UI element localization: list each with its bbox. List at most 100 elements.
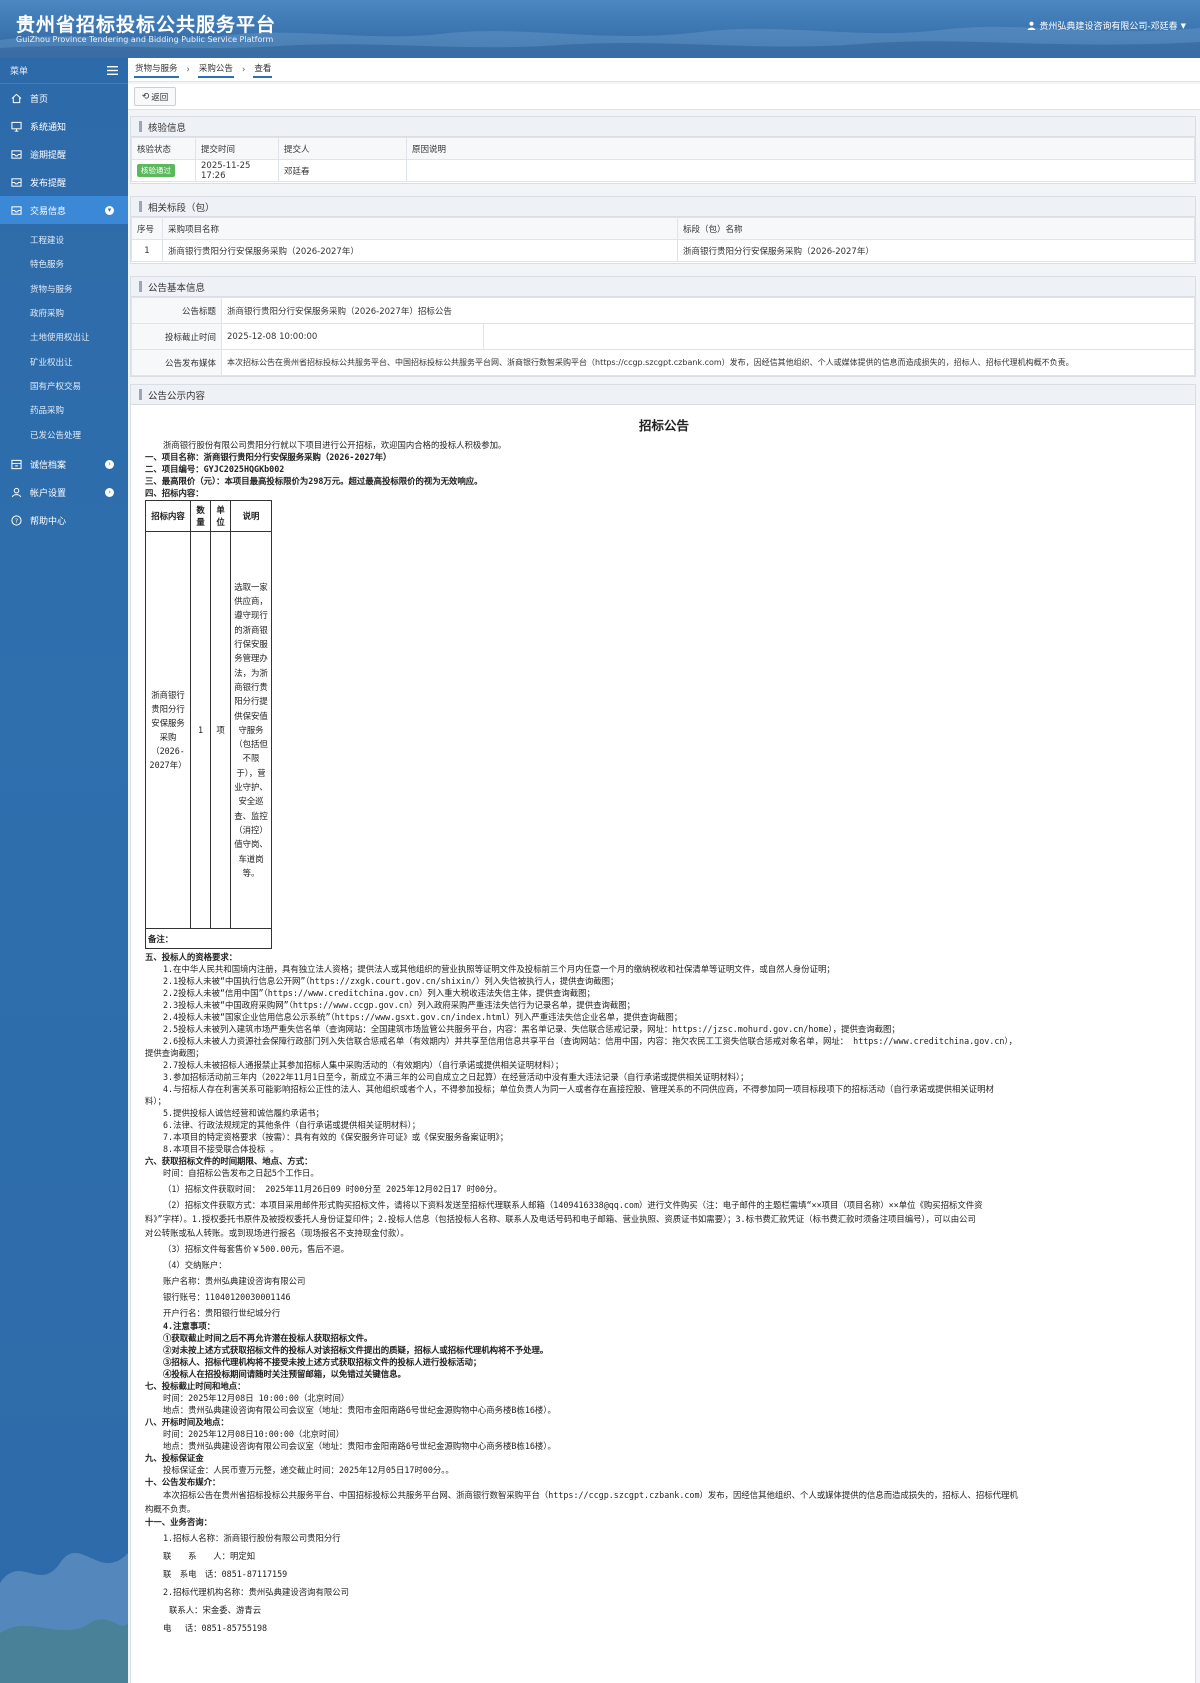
intro-text: 浙商银行股份有限公司贵阳分行就以下项目进行公开招标，欢迎国内合格的投标人积极参加… (163, 440, 507, 450)
doc-text: ①获取截止时间之后不再允许潜在投标人获取招标文件。 (163, 1333, 373, 1343)
doc-text: （2）招标文件获取方式：本项目采用邮件形式购买招标文件，请将以下资料发送至招标代… (163, 1200, 983, 1210)
notice-content-heading: 公告公示内容 (131, 385, 1195, 405)
doc-text: 4.注意事项： (163, 1321, 215, 1331)
table-row: 核验通过 2025-11-25 17:26 邓廷春 (131, 159, 1195, 182)
sidebar-item-help[interactable]: ? 帮助中心 (0, 507, 128, 535)
sidebar-item-home[interactable]: 首页 (0, 84, 128, 112)
doc-text: 时间：2025年12月08日 10:00:00（北京时间） (163, 1393, 350, 1403)
user-icon (10, 487, 22, 499)
section-heading: 九、投标保证金 (145, 1453, 204, 1463)
notice-content-panel: 公告公示内容 招标公告 浙商银行股份有限公司贵阳分行就以下项目进行公开招标，欢迎… (130, 384, 1196, 1683)
top-header: 贵州省招标投标公共服务平台 GuiZhou Province Tendering… (0, 0, 1200, 58)
sidebar-mountain-decoration (0, 1553, 128, 1683)
help-icon: ? (10, 515, 22, 527)
doc-text: 构概不负责。 (145, 1504, 196, 1514)
table-note: 备注： (145, 928, 272, 949)
sidebar-item-label: 交易信息 (30, 206, 67, 217)
submitter: 邓廷春 (278, 159, 407, 182)
media-label: 公告发布媒体 (131, 349, 222, 376)
svg-text:?: ? (14, 517, 17, 525)
breadcrumb-view[interactable]: 查看 (253, 62, 273, 78)
sections-panel: 相关标段（包） 序号 采购项目名称 标段（包）名称 1 浙商银行贵阳分行安保服务… (130, 196, 1196, 264)
qualification-item: 8.本项目不接受联合体投标 。 (163, 1144, 279, 1154)
back-icon: ⟲ (141, 91, 150, 102)
chevron-right-icon: › (105, 488, 114, 498)
qualification-item: 5.提供投标人诚信经营和诚信履约承诺书； (163, 1108, 324, 1118)
sidebar-subitem-goods-services[interactable]: 货物与服务 (0, 277, 128, 301)
qualification-item: 2.6投标人未被人力资源社会保障行政部门列入失信联合惩戒名单（有效期内）并共享至… (163, 1036, 1017, 1046)
column-header: 提交时间 (195, 137, 279, 160)
doc-text: 联 系 人：明定知 (163, 1551, 256, 1561)
user-menu[interactable]: 贵州弘典建设咨询有限公司-邓廷春 ▼ (1027, 19, 1186, 32)
sidebar-subitem-state-property[interactable]: 国有产权交易 (0, 374, 128, 398)
section-heading: 七、投标截止时间和地点： (145, 1381, 246, 1391)
doc-text: 账户名称：贵州弘典建设咨询有限公司 (163, 1276, 306, 1286)
qualification-item: 2.3投标人未被“中国政府采购网”（https://www.ccgp.gov.c… (163, 1000, 635, 1010)
sidebar-item-publish[interactable]: 发布提醒 (0, 168, 128, 196)
sidebar-item-account[interactable]: 帐户设置 › (0, 479, 128, 507)
verify-table: 核验状态 提交时间 提交人 原因说明 核验通过 2025-11-25 17:26… (131, 137, 1195, 182)
sidebar-item-notice[interactable]: 系统通知 (0, 112, 128, 140)
section-heading: 八、开标时间及地点： (145, 1417, 229, 1427)
chevron-right-icon: › (186, 64, 190, 75)
hamburger-icon[interactable] (107, 66, 118, 75)
inbox-icon (10, 148, 22, 160)
sidebar-subitem-mining[interactable]: 矿业权出让 (0, 349, 128, 373)
doc-text: 电 话：0851-85755198 (163, 1623, 268, 1633)
deadline-label: 投标截止时间 (131, 323, 222, 350)
sidebar-item-trade-info[interactable]: 交易信息 ▾ (0, 196, 128, 224)
inbox-icon (10, 204, 22, 216)
sidebar-item-credit[interactable]: 诚信档案 › (0, 451, 128, 479)
sidebar-item-label: 逾期提醒 (30, 150, 67, 161)
sidebar-subitem-drug[interactable]: 药品采购 (0, 398, 128, 422)
reason (406, 159, 1195, 182)
breadcrumb-purchase-notice[interactable]: 采购公告 (197, 62, 234, 78)
qualification-item: 2.4投标人未被“国家企业信用信息公示系统”（https://www.gsxt.… (163, 1012, 683, 1022)
section-heading: 十一、业务咨询： (145, 1517, 212, 1527)
sidebar-subitem-gov-purchase[interactable]: 政府采购 (0, 301, 128, 325)
monitor-icon (10, 120, 22, 132)
verify-panel: 核验信息 核验状态 提交时间 提交人 原因说明 核验通过 2025-11-25 … (130, 116, 1196, 184)
unit-cell: 项 (210, 531, 231, 929)
bid-content-cell: 浙商银行贵阳分行安保服务采购（2026-2027年） (145, 531, 191, 929)
home-icon (10, 92, 22, 104)
platform-title: 贵州省招标投标公共服务平台 (16, 14, 277, 36)
doc-text: 开户行名：贵阳银行世纪城分行 (163, 1308, 281, 1318)
platform-subtitle: GuiZhou Province Tendering and Bidding P… (16, 35, 274, 44)
main-content: 货物与服务 › 采购公告 › 查看 ⟲ 返回 核验信息 核验状态 提交时间 提交… (128, 58, 1200, 1683)
column-header: 说明 (230, 500, 272, 532)
back-button[interactable]: ⟲ 返回 (134, 87, 176, 106)
doc-text: 时间：自招标公告发布之日起5个工作日。 (163, 1168, 319, 1178)
status-badge: 核验通过 (137, 164, 175, 177)
breadcrumb-goods-services[interactable]: 货物与服务 (134, 62, 179, 78)
doc-text: 投标保证金：人民币壹万元整，递交截止时间：2025年12月05日17时00分。。 (163, 1465, 454, 1475)
section-heading: 十、公告发布媒介： (145, 1477, 221, 1487)
column-header: 核验状态 (131, 137, 196, 160)
qualification-item: 6.法律、行政法规规定的其他条件（自行承诺或提供相关证明材料）； (163, 1120, 421, 1130)
breadcrumb: 货物与服务 › 采购公告 › 查看 (128, 58, 1200, 82)
sidebar-subitem-special[interactable]: 特色服务 (0, 252, 128, 276)
doc-text: 1.招标人名称：浙商银行股份有限公司贵阳分行 (163, 1533, 341, 1543)
sidebar-subitem-land[interactable]: 土地使用权出让 (0, 325, 128, 349)
bid-content-table: 招标内容 数量 单位 说明 浙商银行贵阳分行安保服务采购（2026-2027年）… (145, 500, 272, 949)
doc-text: 地点：贵州弘典建设咨询有限公司会议室（地址：贵阳市金阳南路6号世纪金源购物中心商… (163, 1405, 556, 1415)
column-header: 招标内容 (145, 500, 191, 532)
doc-text: 时间：2025年12月08日10:00:00（北京时间） (163, 1429, 345, 1439)
doc-text: 联 系电 话：0851-87117159 (163, 1569, 288, 1579)
archive-icon (10, 459, 22, 471)
qualification-item: 7.本项目的特定资格要求（按需）：具有有效的《保安服务许可证》或《保安服务备案证… (163, 1132, 509, 1142)
sidebar-subitem-engineering[interactable]: 工程建设 (0, 228, 128, 252)
section-heading: 三、最高限价（元）：本项目最高投标限价为298万元。超过最高投标限价的视为无效响… (145, 476, 483, 486)
doc-text: 2.招标代理机构名称：贵州弘典建设咨询有限公司 (163, 1587, 349, 1597)
doc-text: ②对未按上述方式获取招标文件的投标人对该招标文件提出的质疑，招标人或招标代理机构… (163, 1345, 549, 1355)
chevron-right-icon: › (241, 64, 246, 75)
qualification-item: 1.在中华人民共和国境内注册，具有独立法人资格；提供法人或其他组织的营业执照等证… (163, 964, 835, 974)
sidebar-subitem-published[interactable]: 已发公告处理 (0, 422, 128, 446)
notice-title: 浙商银行贵阳分行安保服务采购（2026-2027年）招标公告 (221, 297, 1195, 324)
qualification-item: 料）； (145, 1096, 166, 1106)
sidebar-item-overdue[interactable]: 逾期提醒 (0, 140, 128, 168)
qualification-item: 2.2投标人未被“信用中国”（https://www.creditchina.g… (163, 988, 595, 998)
verify-panel-heading: 核验信息 (131, 117, 1195, 137)
sidebar-item-label: 诚信档案 (30, 461, 67, 472)
doc-text: 对公转账或私人转账。或到现场进行报名（现场报名不支持现金付款）。 (145, 1228, 409, 1238)
